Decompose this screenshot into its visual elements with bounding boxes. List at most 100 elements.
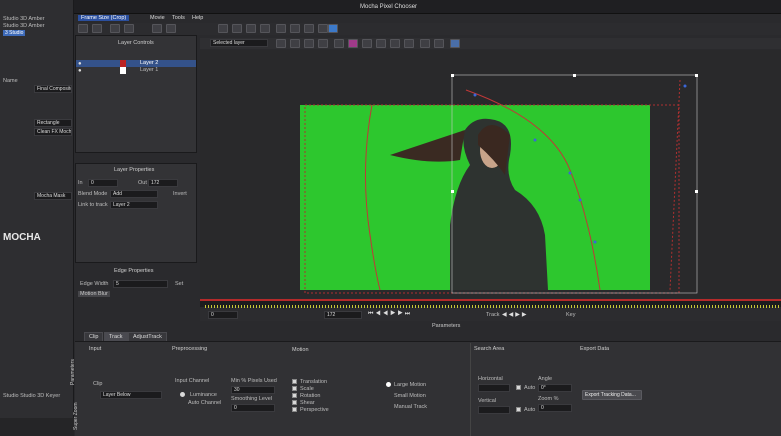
tab-adjusttrack[interactable]: AdjustTrack <box>128 332 167 341</box>
view-icon[interactable] <box>348 39 358 48</box>
motion-blur-label[interactable]: Motion Blur <box>78 291 110 297</box>
search-area-label: Search Area <box>474 346 505 352</box>
pointer-tool-icon[interactable] <box>166 24 176 33</box>
undo-icon[interactable] <box>110 24 120 33</box>
view-icon[interactable] <box>334 39 344 48</box>
horizontal-field[interactable] <box>478 384 510 392</box>
left-field[interactable]: Clean FX Mocha <box>34 128 72 136</box>
out-field[interactable]: 172 <box>148 179 178 187</box>
left-field[interactable]: Mocha Mask <box>34 192 72 200</box>
blend-select[interactable]: Add <box>110 190 158 198</box>
luminance-radio[interactable] <box>180 392 185 397</box>
start-frame[interactable]: 0 <box>208 311 238 319</box>
eye-icon[interactable]: ● <box>78 68 82 74</box>
spline-tool-icon[interactable] <box>232 24 242 33</box>
rotation-label: Rotation <box>300 393 321 399</box>
track-label: Track <box>486 312 500 318</box>
clip-select[interactable]: Layer Below <box>100 391 162 399</box>
view-icon[interactable] <box>404 39 414 48</box>
view-icon[interactable] <box>390 39 400 48</box>
menu-item-movie[interactable]: Movie <box>150 15 165 21</box>
active-tool-icon[interactable] <box>328 24 338 33</box>
auto-check-2[interactable] <box>516 407 521 412</box>
spline-tool-icon[interactable] <box>260 24 270 33</box>
perspective-check[interactable] <box>292 407 297 412</box>
view-icon[interactable] <box>420 39 430 48</box>
large-motion-radio[interactable] <box>386 382 391 387</box>
edge-props-title: Edge Properties <box>114 268 154 274</box>
link-select[interactable]: Layer 2 <box>110 201 158 209</box>
zoom-field[interactable]: 0 <box>538 404 572 412</box>
angle-field[interactable]: 0° <box>538 384 572 392</box>
track-controls[interactable]: ◀◀▶▶ <box>502 311 528 318</box>
end-frame[interactable]: 172 <box>324 311 362 319</box>
luminance-label: Luminance <box>190 392 217 398</box>
save-icon[interactable] <box>92 24 102 33</box>
tab-track[interactable]: Track <box>104 332 128 341</box>
scale-label: Scale <box>300 386 314 392</box>
link-tool-icon[interactable] <box>276 24 286 33</box>
out-label: Out <box>138 180 147 186</box>
menu-item-frame[interactable]: Frame Size (Crop) <box>78 15 130 21</box>
open-icon[interactable] <box>78 24 88 33</box>
menu-item-help[interactable]: Help <box>192 15 203 21</box>
transform-tool-icon[interactable] <box>290 24 300 33</box>
playback-controls[interactable]: ⏮◀◀▶▶⏭ <box>368 311 412 318</box>
in-label: In <box>78 180 83 186</box>
left-list <box>0 418 74 436</box>
shear-label: Shear <box>300 400 315 406</box>
layer-name[interactable]: Layer 1 <box>140 67 158 73</box>
left-field[interactable]: Rectangle <box>34 119 72 127</box>
view-icon[interactable] <box>362 39 372 48</box>
view-icon[interactable] <box>290 39 300 48</box>
zoom-tool-icon[interactable] <box>304 24 314 33</box>
input-label: Input <box>89 346 102 352</box>
left-field[interactable]: Final Compositor <box>34 85 72 93</box>
rotation-check[interactable] <box>292 393 297 398</box>
manual-track-label[interactable]: Manual Track <box>394 404 427 410</box>
auto-check-1[interactable] <box>516 385 521 390</box>
view-icon[interactable] <box>318 39 328 48</box>
spline-overlay[interactable] <box>200 50 781 298</box>
view-icon[interactable] <box>434 39 444 48</box>
layer-row-selected[interactable] <box>76 60 196 67</box>
eye-icon[interactable]: ● <box>78 61 82 67</box>
side-tab-zoom[interactable]: Super Zoom <box>73 390 79 430</box>
move-tool-icon[interactable] <box>318 24 328 33</box>
translation-check[interactable] <box>292 379 297 384</box>
select-tool-icon[interactable] <box>152 24 162 33</box>
toolbar <box>75 23 781 35</box>
in-field[interactable]: 0 <box>88 179 118 187</box>
layer-select[interactable]: Selected layer <box>210 39 268 47</box>
layer-color-swatch <box>120 60 126 67</box>
view-icon[interactable] <box>450 39 460 48</box>
layer-props-panel <box>75 163 197 263</box>
side-tab-params[interactable]: Parameters <box>70 345 76 385</box>
smoothing-field[interactable]: 0 <box>231 404 275 412</box>
spline-tool-icon[interactable] <box>246 24 256 33</box>
invert-label[interactable]: Invert <box>173 191 187 197</box>
vertical-label: Vertical <box>478 398 497 404</box>
auto-label-1: Auto <box>524 385 536 391</box>
left-row: Name <box>3 78 18 84</box>
layer-name[interactable]: Layer 2 <box>140 60 158 66</box>
vertical-field[interactable] <box>478 406 510 414</box>
tab-clip[interactable]: Clip <box>84 332 104 341</box>
export-data-label: Export Data <box>580 346 610 352</box>
edge-width-field[interactable]: 5 <box>113 280 168 288</box>
view-icon[interactable] <box>304 39 314 48</box>
menu-item-tools[interactable]: Tools <box>172 15 185 21</box>
shear-check[interactable] <box>292 400 297 405</box>
view-icon[interactable] <box>376 39 386 48</box>
view-icon[interactable] <box>276 39 286 48</box>
scale-check[interactable] <box>292 386 297 391</box>
left-tab-active[interactable]: 3 Studio <box>3 30 26 36</box>
small-motion-label[interactable]: Small Motion <box>394 393 426 399</box>
min-pixels-field[interactable]: 30 <box>231 386 275 394</box>
spline-tool-icon[interactable] <box>218 24 228 33</box>
auto-label-2: Auto <box>524 407 536 413</box>
redo-icon[interactable] <box>124 24 134 33</box>
angle-label: Angle <box>538 376 553 382</box>
set-button[interactable]: Set <box>175 281 183 287</box>
timeline-ticks <box>205 305 781 308</box>
